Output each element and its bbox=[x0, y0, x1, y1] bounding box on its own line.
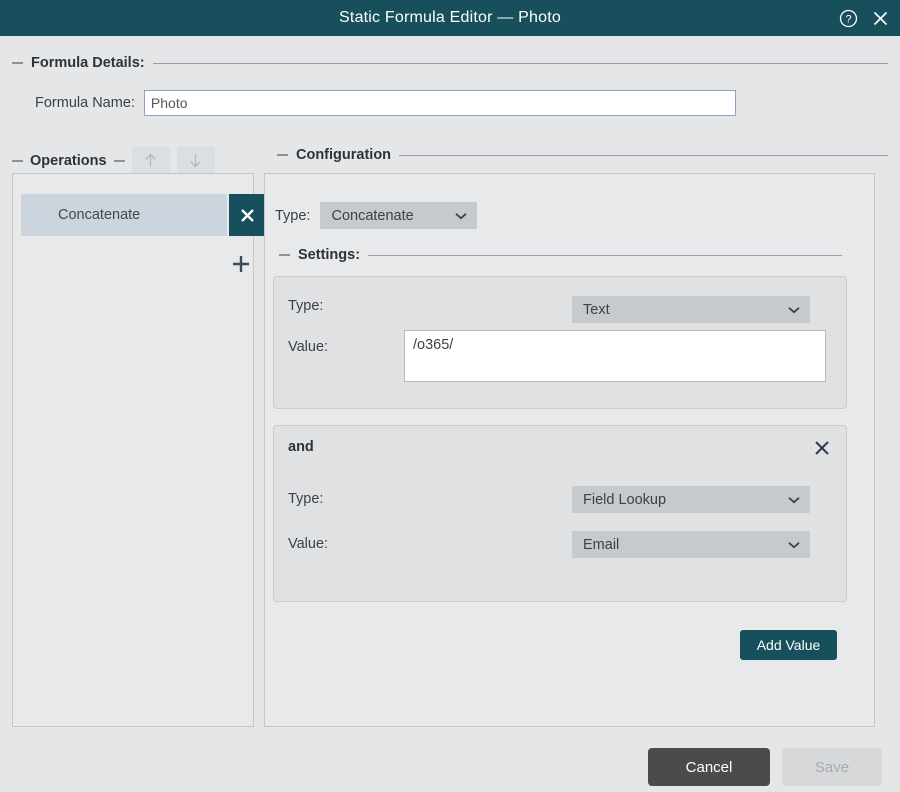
move-operation-up-button[interactable] bbox=[131, 147, 170, 174]
formula-name-row: Formula Name: bbox=[12, 90, 888, 116]
collapse-dash-icon[interactable] bbox=[12, 62, 23, 64]
legend-rule bbox=[368, 254, 842, 256]
configuration-panel: Type: Concatenate Settings: Type: Text V… bbox=[264, 173, 875, 727]
value-card: Type: Text Value: bbox=[273, 276, 847, 409]
arrow-up-icon bbox=[145, 153, 156, 167]
collapse-dash-icon[interactable] bbox=[279, 254, 290, 256]
collapse-dash-icon[interactable] bbox=[12, 159, 23, 162]
legend-dash-right bbox=[113, 159, 125, 162]
value-field-row: Value: bbox=[288, 339, 388, 355]
close-icon bbox=[241, 208, 254, 222]
formula-details-section: Formula Details: Formula Name: bbox=[12, 55, 888, 116]
value-type-row: Type: bbox=[288, 298, 388, 314]
close-icon bbox=[815, 441, 829, 455]
value-type-value: Field Lookup bbox=[583, 491, 667, 508]
legend-rule bbox=[399, 154, 888, 156]
value-type-label: Type: bbox=[288, 491, 324, 507]
move-operation-down-button[interactable] bbox=[176, 147, 215, 174]
operation-label: Concatenate bbox=[58, 207, 141, 223]
add-value-button[interactable]: Add Value bbox=[740, 630, 837, 660]
configuration-legend-label: Configuration bbox=[296, 147, 392, 163]
operation-type-label: Type: bbox=[275, 207, 311, 224]
configuration-legend: Configuration bbox=[277, 147, 888, 163]
help-circle-icon[interactable]: ? bbox=[838, 8, 858, 28]
formula-name-input[interactable] bbox=[143, 90, 736, 116]
add-operation-button[interactable] bbox=[221, 248, 261, 280]
chevron-down-icon bbox=[455, 212, 468, 220]
settings-header: Settings: bbox=[279, 247, 842, 263]
value-type-row: Type: bbox=[288, 491, 388, 507]
value-field-row: Value: bbox=[288, 536, 388, 552]
delete-operation-button[interactable] bbox=[229, 194, 266, 236]
formula-details-legend: Formula Details: bbox=[12, 55, 888, 71]
list-item[interactable]: Concatenate bbox=[21, 194, 227, 236]
value-field-value: Email bbox=[583, 536, 620, 553]
operations-header: Operations bbox=[12, 147, 256, 174]
legend-rule bbox=[152, 62, 888, 64]
collapse-dash-icon[interactable] bbox=[277, 154, 288, 156]
operations-legend-label: Operations bbox=[30, 152, 107, 169]
operation-type-select[interactable]: Concatenate bbox=[320, 202, 478, 229]
value-textarea[interactable] bbox=[404, 330, 826, 382]
value-field-label: Value: bbox=[288, 339, 329, 355]
page-title: Static Formula Editor — Photo bbox=[339, 9, 561, 26]
value-field-label: Value: bbox=[288, 536, 329, 552]
settings-legend: Settings: bbox=[279, 247, 842, 263]
remove-value-button[interactable] bbox=[811, 437, 833, 459]
save-button[interactable]: Save bbox=[782, 748, 882, 786]
value-field-select[interactable]: Email bbox=[572, 531, 810, 558]
cancel-button[interactable]: Cancel bbox=[648, 748, 770, 786]
value-type-select[interactable]: Text bbox=[572, 296, 810, 323]
operations-panel: Concatenate bbox=[12, 173, 266, 727]
value-type-label: Type: bbox=[288, 298, 324, 314]
value-type-select[interactable]: Field Lookup bbox=[572, 486, 810, 513]
operation-type-row: Type: Concatenate bbox=[275, 202, 874, 229]
configuration-header: Configuration bbox=[277, 147, 888, 163]
formula-name-label: Formula Name: bbox=[35, 95, 135, 111]
conjunction-label: and bbox=[288, 439, 314, 455]
svg-text:?: ? bbox=[845, 13, 851, 25]
value-type-value: Text bbox=[583, 301, 610, 318]
chevron-down-icon bbox=[788, 541, 800, 549]
window-titlebar: Static Formula Editor — Photo ? bbox=[0, 0, 900, 36]
chevron-down-icon bbox=[788, 496, 800, 504]
chevron-down-icon bbox=[788, 306, 800, 314]
formula-details-legend-label: Formula Details: bbox=[31, 55, 145, 71]
dialog-footer: Cancel Save bbox=[0, 742, 900, 792]
settings-legend-label: Settings: bbox=[298, 247, 361, 263]
titlebar-actions: ? bbox=[838, 0, 890, 36]
arrow-down-icon bbox=[190, 154, 201, 168]
operation-type-value: Concatenate bbox=[331, 207, 414, 224]
value-card: and Type: Field Lookup Value: Email bbox=[273, 425, 847, 602]
plus-icon bbox=[233, 256, 249, 272]
close-icon[interactable] bbox=[870, 8, 890, 28]
